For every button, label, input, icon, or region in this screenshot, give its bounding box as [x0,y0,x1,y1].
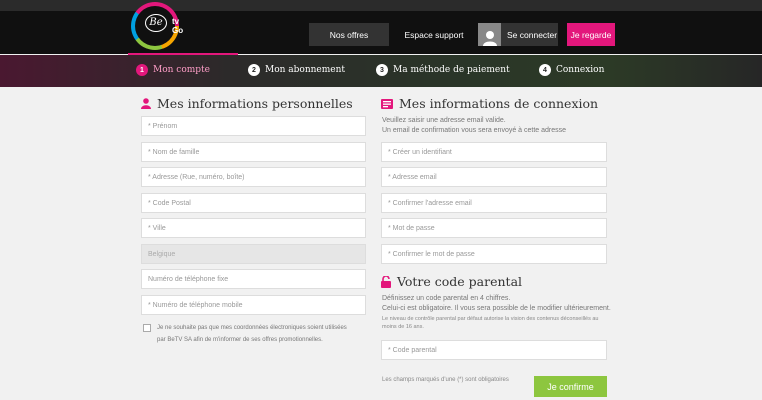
step-label: Mon abonnement [265,65,346,75]
nav-connect-button[interactable]: Se connecter [478,23,558,46]
logo-be-text: Be [145,14,167,32]
logo-go: Go [172,26,184,35]
nav-regarde-button[interactable]: Je regarde [567,23,615,46]
logo-tv: tv [172,17,180,26]
step-connexion: 4 Connexion [539,64,604,76]
country-field: Belgique [141,244,366,264]
parental-line-1: Définissez un code parental en 4 chiffre… [382,295,511,302]
lastname-field[interactable]: * Nom de famille [141,142,366,162]
parental-line-3: Le niveau de contrôle parental par défau… [382,316,599,330]
personal-info-title: Mes informations personnelles [141,96,353,111]
step-number: 3 [376,64,388,76]
step-mon-abonnement: 2 Mon abonnement [248,64,345,76]
step-label: Connexion [556,65,605,75]
password-field[interactable]: * Mot de passe [381,218,607,238]
parental-code-field[interactable]: * Code parental [381,340,607,360]
mobile-phone-field[interactable]: * Numéro de téléphone mobile [141,295,366,315]
parental-line-2: Celui-ci est obligatoire. Il vous sera p… [382,305,611,312]
login-intro-1: Veuillez saisir une adresse email valide… [382,117,506,124]
promo-opt-out-label: Je ne souhaite pas que mes coordonnées é… [157,325,347,343]
confirm-password-field[interactable]: * Confirmer le mot de passe [381,244,607,264]
nav-offres-button[interactable]: Nos offres [309,23,389,46]
top-strip [0,0,762,11]
login-intro-2: Un email de confirmation vous sera envoy… [382,127,567,134]
step-number: 1 [136,64,148,76]
address-field[interactable]: * Adresse (Rue, numéro, boîte) [141,167,366,187]
steps-bar: 1 Mon compte 2 Mon abonnement 3 Ma métho… [0,55,762,87]
required-fields-note: Les champs marqués d'une (*) sont obliga… [382,377,509,383]
connect-label: Se connecter [507,29,558,40]
create-username-field[interactable]: * Créer un identifiant [381,142,607,162]
id-card-icon [381,98,393,109]
step-number: 4 [539,64,551,76]
logo-tvgo-text: tv Go [172,17,183,35]
step-label: Ma méthode de paiement [393,65,510,75]
step-methode-paiement: 3 Ma méthode de paiement [376,64,510,76]
email-field[interactable]: * Adresse email [381,167,607,187]
landline-phone-field[interactable]: Numéro de téléphone fixe [141,269,366,289]
step-mon-compte: 1 Mon compte [136,64,210,76]
login-info-title: Mes informations de connexion [381,96,598,111]
city-field[interactable]: * Ville [141,218,366,238]
parental-code-title-text: Votre code parental [397,274,523,289]
confirm-email-field[interactable]: * Confirmer l'adresse email [381,193,607,213]
promo-opt-out-checkbox[interactable] [143,324,151,332]
confirm-button[interactable]: Je confirme [534,376,607,397]
user-icon [478,23,501,46]
step-label: Mon compte [153,65,210,75]
personal-info-title-text: Mes informations personnelles [157,96,353,111]
unlock-icon [381,275,391,288]
step-number: 2 [248,64,260,76]
person-icon [141,98,151,109]
parental-code-title: Votre code parental [381,274,522,289]
nav-support-link[interactable]: Espace support [400,23,468,46]
login-info-title-text: Mes informations de connexion [399,96,599,111]
postal-code-field[interactable]: * Code Postal [141,193,366,213]
firstname-field[interactable]: * Prénom [141,116,366,136]
